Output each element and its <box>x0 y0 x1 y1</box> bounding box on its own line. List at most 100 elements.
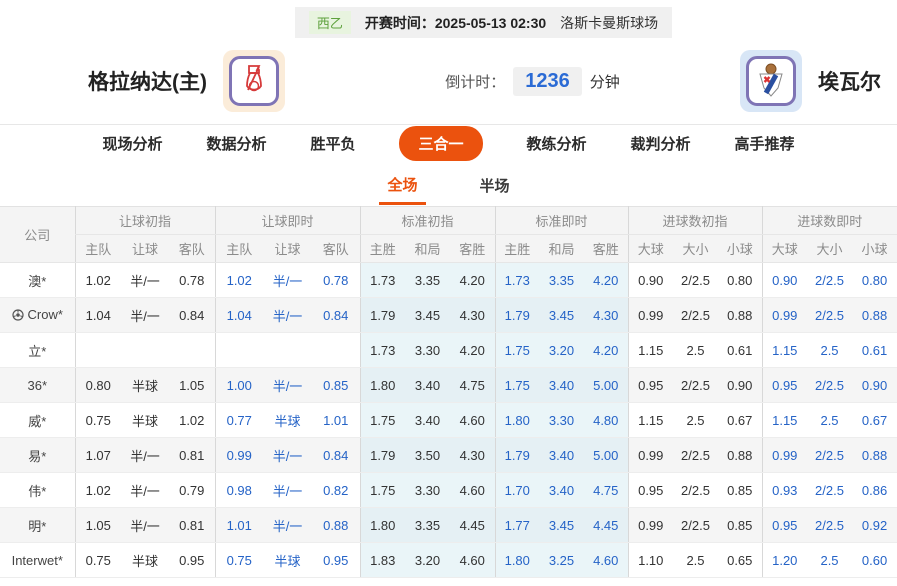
odds-cell: 4.75 <box>450 368 495 403</box>
kickoff-time: 开赛时间：2025-05-13 02:30 <box>365 13 546 33</box>
away-team-name: 埃瓦尔 <box>818 66 881 96</box>
odds-cell: 3.35 <box>405 263 450 298</box>
subcol-header: 客队 <box>312 235 360 263</box>
odds-cell: 0.95 <box>169 543 215 578</box>
odds-cell: 3.40 <box>539 438 584 473</box>
odds-cell: 1.02 <box>75 473 121 508</box>
table-row: Interwet*0.75半球0.950.75半球0.951.833.204.6… <box>0 543 897 578</box>
odds-cell: 1.07 <box>75 438 121 473</box>
subtab-half-match[interactable]: 半场 <box>472 167 518 203</box>
company-column-header: 公司 <box>0 207 75 263</box>
odds-cell: 3.50 <box>405 438 450 473</box>
odds-cell <box>263 333 312 368</box>
odds-cell: 1.79 <box>360 438 405 473</box>
tab-expert-recommend[interactable]: 高手推荐 <box>735 133 795 154</box>
tab-data-analysis[interactable]: 数据分析 <box>206 133 266 154</box>
table-row: 威*0.75半球1.020.77半球1.011.753.404.601.803.… <box>0 403 897 438</box>
odds-cell: 1.04 <box>215 298 263 333</box>
odds-cell: 2.5 <box>673 333 718 368</box>
teams-row: 格拉纳达(主) 倒计时： 1236 分钟 <box>0 38 897 124</box>
home-team-logo <box>223 50 285 112</box>
odds-cell: 3.30 <box>405 473 450 508</box>
odds-cell: 0.95 <box>628 368 673 403</box>
odds-cell: 半/一 <box>263 263 312 298</box>
countdown-unit: 分钟 <box>590 71 620 92</box>
odds-cell: 1.79 <box>495 298 539 333</box>
odds-cell: 3.40 <box>405 403 450 438</box>
tab-live-analysis[interactable]: 现场分析 <box>102 133 162 154</box>
odds-cell: 0.85 <box>718 473 762 508</box>
odds-cell: 0.78 <box>169 263 215 298</box>
odds-cell: 1.75 <box>360 473 405 508</box>
odds-cell: 0.95 <box>628 473 673 508</box>
odds-cell: 半球 <box>121 368 169 403</box>
odds-cell <box>75 333 121 368</box>
group-goals-live: 进球数即时 <box>762 207 897 235</box>
company-name: 伟* <box>0 473 75 508</box>
odds-cell: 2/2.5 <box>807 438 852 473</box>
tab-win-draw-lose[interactable]: 胜平负 <box>310 133 355 154</box>
odds-cell: 1.20 <box>762 543 807 578</box>
odds-cell: 0.75 <box>75 543 121 578</box>
subcol-header: 主队 <box>75 235 121 263</box>
odds-cell: 1.80 <box>360 508 405 543</box>
kickoff-value: 2025-05-13 02:30 <box>435 15 546 31</box>
odds-cell: 0.80 <box>75 368 121 403</box>
odds-cell: 0.80 <box>718 263 762 298</box>
group-standard-initial: 标准初指 <box>360 207 495 235</box>
subcol-header: 客胜 <box>584 235 628 263</box>
odds-table-body: 澳*1.02半/一0.781.02半/一0.781.733.354.201.73… <box>0 263 897 578</box>
odds-cell: 0.99 <box>628 298 673 333</box>
odds-cell: 0.84 <box>169 298 215 333</box>
group-goals-initial: 进球数初指 <box>628 207 762 235</box>
odds-cell: 0.75 <box>215 543 263 578</box>
odds-cell: 半球 <box>121 543 169 578</box>
odds-cell: 3.30 <box>405 333 450 368</box>
odds-cell: 0.78 <box>312 263 360 298</box>
group-handicap-live: 让球即时 <box>215 207 360 235</box>
odds-cell: 1.02 <box>169 403 215 438</box>
odds-cell: 4.45 <box>584 508 628 543</box>
odds-cell: 0.61 <box>852 333 897 368</box>
odds-cell <box>121 333 169 368</box>
tab-referee-analysis[interactable]: 裁判分析 <box>631 133 691 154</box>
subcol-header: 小球 <box>852 235 897 263</box>
ball-icon <box>12 309 24 324</box>
tab-coach-analysis[interactable]: 教练分析 <box>527 133 587 154</box>
odds-cell: 1.77 <box>495 508 539 543</box>
tab-three-in-one[interactable]: 三合一 <box>399 126 482 161</box>
odds-cell: 半球 <box>263 403 312 438</box>
odds-cell: 0.99 <box>762 298 807 333</box>
odds-cell: 4.20 <box>450 263 495 298</box>
odds-cell: 0.88 <box>852 438 897 473</box>
odds-cell: 0.95 <box>762 368 807 403</box>
odds-cell: 4.30 <box>450 298 495 333</box>
company-name: 立* <box>0 333 75 368</box>
odds-cell: 2/2.5 <box>807 298 852 333</box>
group-handicap-initial: 让球初指 <box>75 207 215 235</box>
odds-cell: 1.15 <box>762 403 807 438</box>
odds-cell <box>169 333 215 368</box>
odds-cell: 1.15 <box>628 333 673 368</box>
table-row: Crow*1.04半/一0.841.04半/一0.841.793.454.301… <box>0 298 897 333</box>
odds-cell: 1.79 <box>360 298 405 333</box>
odds-cell: 1.15 <box>762 333 807 368</box>
odds-cell: 0.88 <box>718 438 762 473</box>
odds-cell <box>312 333 360 368</box>
odds-cell: 2/2.5 <box>673 368 718 403</box>
company-name: Interwet* <box>0 543 75 578</box>
odds-cell: 1.02 <box>75 263 121 298</box>
odds-cell: 2.5 <box>673 543 718 578</box>
away-team: 埃瓦尔 <box>740 50 881 112</box>
subtab-full-match[interactable]: 全场 <box>379 166 425 205</box>
odds-cell: 0.61 <box>718 333 762 368</box>
odds-cell: 2.5 <box>807 403 852 438</box>
odds-cell: 2/2.5 <box>673 263 718 298</box>
odds-cell: 1.83 <box>360 543 405 578</box>
odds-cell: 3.25 <box>539 543 584 578</box>
odds-cell: 3.20 <box>539 333 584 368</box>
league-badge: 西乙 <box>309 11 351 34</box>
main-nav: 现场分析 数据分析 胜平负 三合一 教练分析 裁判分析 高手推荐 <box>0 124 897 162</box>
subcol-header: 大球 <box>762 235 807 263</box>
odds-cell: 半/一 <box>263 438 312 473</box>
